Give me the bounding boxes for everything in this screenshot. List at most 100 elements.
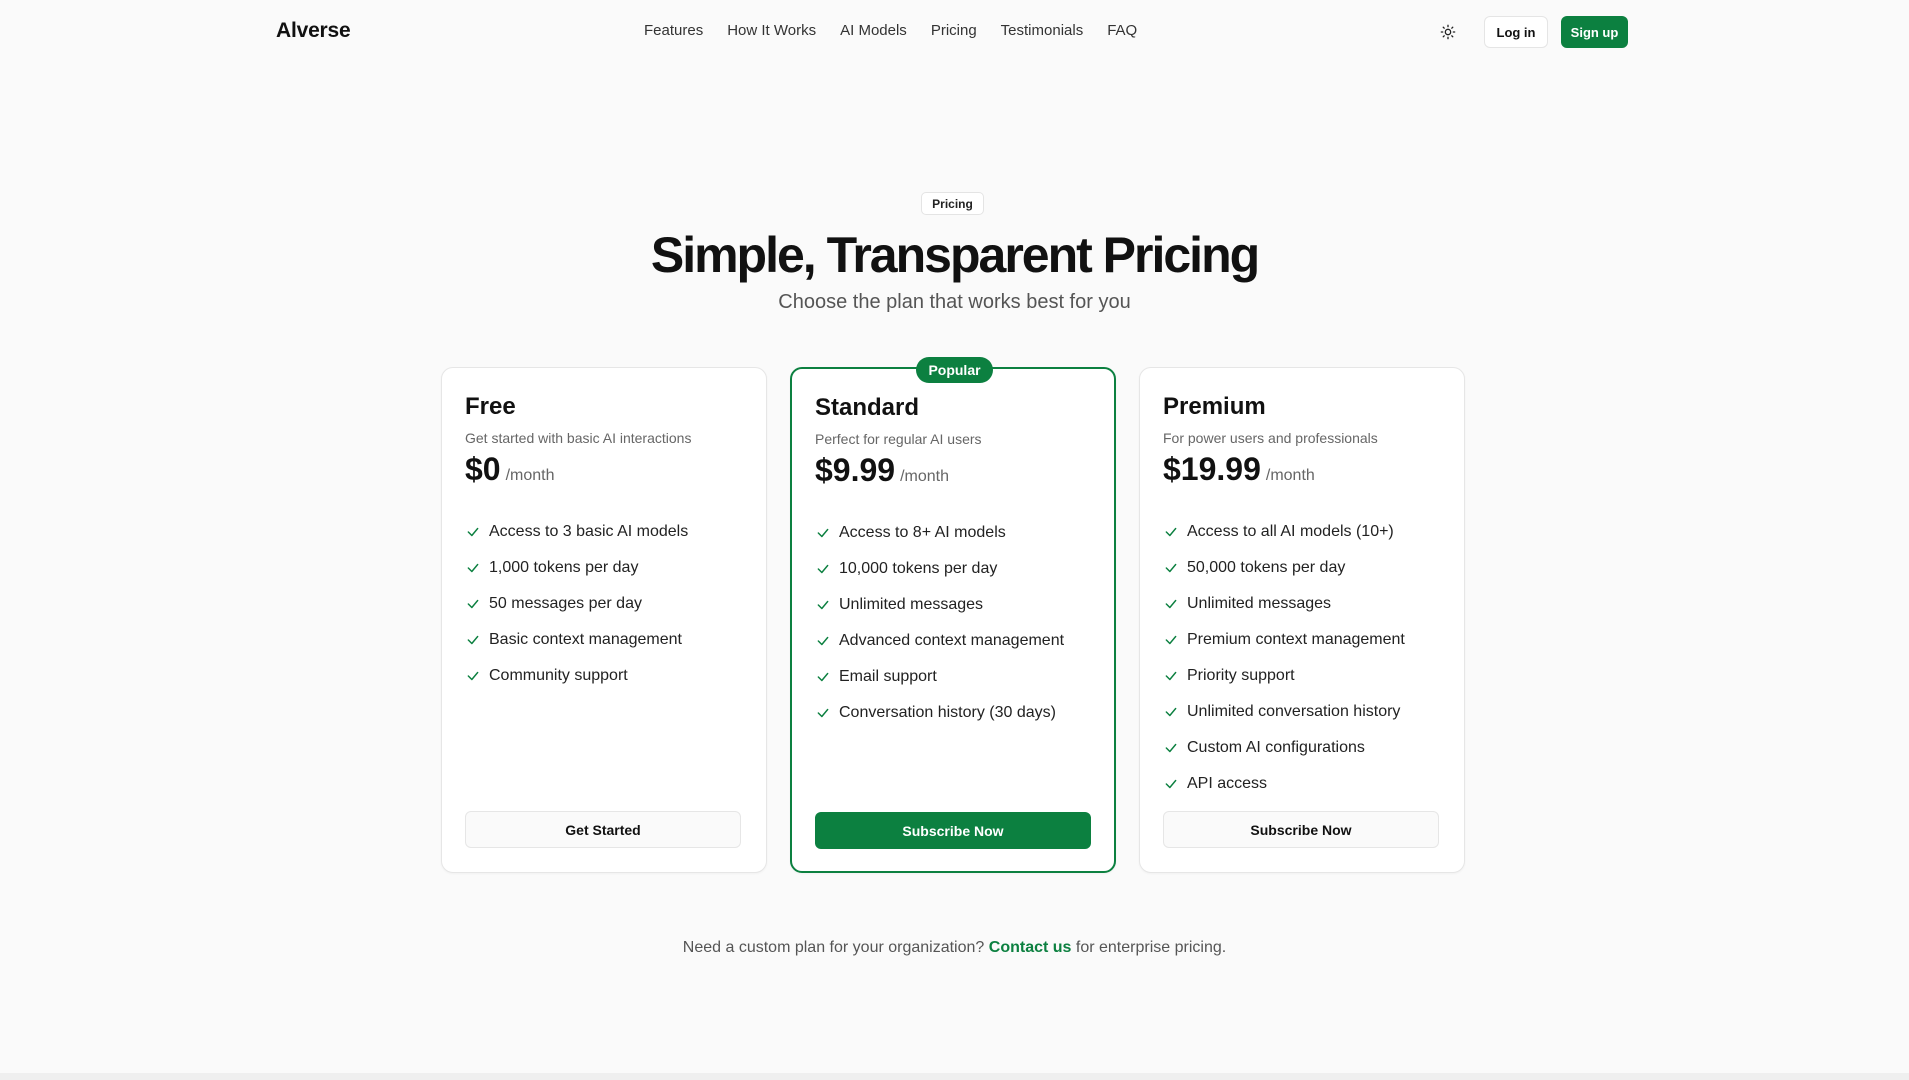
feature-text: 50,000 tokens per day: [1187, 559, 1346, 576]
check-icon: [465, 596, 481, 612]
feature-text: Priority support: [1187, 667, 1295, 684]
plan-description: Get started with basic AI interactions: [465, 430, 692, 446]
nav-link-how-it-works[interactable]: How It Works: [727, 22, 816, 39]
feature-item: API access: [1163, 766, 1405, 802]
subscribe-premium-button[interactable]: Subscribe Now: [1163, 811, 1439, 848]
contact-us-link[interactable]: Contact us: [989, 939, 1072, 956]
nav-link-features[interactable]: Features: [644, 22, 703, 39]
plan-name: Free: [465, 393, 516, 420]
price-period: /month: [505, 467, 555, 484]
feature-text: 10,000 tokens per day: [839, 560, 998, 577]
plan-price: $9.99 /month: [815, 452, 949, 489]
price-period: /month: [900, 468, 949, 485]
check-icon: [815, 705, 831, 721]
pricing-page: Alverse Features How It Works AI Models …: [0, 0, 1909, 1080]
custom-note-before: Need a custom plan for your organization…: [682, 939, 985, 956]
feature-text: Unlimited messages: [839, 596, 984, 613]
check-icon: [1163, 704, 1179, 720]
feature-item: Unlimited conversation history: [1163, 694, 1405, 730]
feature-text: Access to 8+ AI models: [839, 524, 1006, 541]
check-icon: [1163, 596, 1179, 612]
feature-text: Unlimited conversation history: [1187, 703, 1401, 720]
feature-list: Access to all AI models (10+) 50,000 tok…: [1163, 514, 1405, 802]
nav-link-pricing[interactable]: Pricing: [931, 22, 977, 39]
feature-text: 50 messages per day: [489, 595, 642, 612]
nav-link-testimonials[interactable]: Testimonials: [1001, 22, 1084, 39]
feature-item: Unlimited messages: [1163, 586, 1405, 622]
feature-list: Access to 8+ AI models 10,000 tokens per…: [815, 515, 1064, 731]
feature-text: Advanced context management: [839, 632, 1065, 649]
check-icon: [815, 525, 831, 541]
check-icon: [1163, 776, 1179, 792]
check-icon: [1163, 560, 1179, 576]
feature-item: Premium context management: [1163, 622, 1405, 658]
feature-item: Access to all AI models (10+): [1163, 514, 1405, 550]
get-started-button[interactable]: Get Started: [465, 811, 741, 848]
custom-plan-note: Need a custom plan for your organization…: [0, 939, 1909, 957]
feature-list: Access to 3 basic AI models 1,000 tokens…: [465, 514, 688, 694]
login-button[interactable]: Log in: [1484, 16, 1548, 48]
check-icon: [815, 561, 831, 577]
feature-item: Access to 8+ AI models: [815, 515, 1064, 551]
plan-name: Premium: [1163, 393, 1266, 420]
feature-text: 1,000 tokens per day: [489, 559, 639, 576]
check-icon: [1163, 632, 1179, 648]
check-icon: [465, 524, 481, 540]
page-bottom-edge: [0, 1073, 1909, 1080]
section-badge: Pricing: [921, 192, 984, 215]
feature-text: Basic context management: [489, 631, 682, 648]
check-icon: [465, 632, 481, 648]
theme-toggle-button[interactable]: [1436, 20, 1460, 44]
plan-description: Perfect for regular AI users: [815, 431, 982, 447]
sun-icon: [1440, 24, 1456, 40]
brand-logo[interactable]: Alverse: [276, 19, 351, 43]
plan-price: $0 /month: [465, 451, 555, 488]
feature-text: Access to 3 basic AI models: [489, 523, 689, 540]
plan-card-standard: Popular Standard Perfect for regular AI …: [790, 357, 1116, 873]
signup-button[interactable]: Sign up: [1561, 16, 1628, 48]
feature-item: Conversation history (30 days): [815, 695, 1064, 731]
check-icon: [1163, 668, 1179, 684]
plan-name: Standard: [815, 394, 920, 421]
feature-text: Email support: [839, 668, 937, 685]
plan-price: $19.99 /month: [1163, 451, 1315, 488]
feature-text: Access to all AI models (10+): [1187, 523, 1394, 540]
plan-card-premium: Premium For power users and professional…: [1139, 367, 1465, 873]
top-navbar: Alverse Features How It Works AI Models …: [0, 0, 1909, 64]
check-icon: [465, 668, 481, 684]
price-amount: $0: [465, 451, 501, 487]
feature-item: Unlimited messages: [815, 587, 1064, 623]
feature-text: Community support: [489, 667, 628, 684]
check-icon: [815, 633, 831, 649]
feature-item: Custom AI configurations: [1163, 730, 1405, 766]
feature-item: Basic context management: [465, 622, 688, 658]
feature-item: Advanced context management: [815, 623, 1064, 659]
check-icon: [465, 560, 481, 576]
feature-item: Priority support: [1163, 658, 1405, 694]
feature-item: 50 messages per day: [465, 586, 688, 622]
custom-note-after: for enterprise pricing.: [1075, 939, 1227, 956]
check-icon: [1163, 524, 1179, 540]
popular-badge: Popular: [916, 357, 993, 383]
feature-text: Conversation history (30 days): [839, 704, 1056, 721]
plan-description: For power users and professionals: [1163, 430, 1378, 446]
feature-text: Unlimited messages: [1187, 595, 1332, 612]
nav-link-ai-models[interactable]: AI Models: [840, 22, 907, 39]
feature-text: Premium context management: [1187, 631, 1405, 648]
page-title: Simple, Transparent Pricing: [650, 227, 1260, 283]
feature-item: Community support: [465, 658, 688, 694]
nav-link-faq[interactable]: FAQ: [1107, 22, 1137, 39]
feature-item: 10,000 tokens per day: [815, 551, 1064, 587]
check-icon: [815, 597, 831, 613]
feature-text: Custom AI configurations: [1187, 739, 1365, 756]
page-subtitle: Choose the plan that works best for you: [778, 291, 1131, 313]
feature-item: 50,000 tokens per day: [1163, 550, 1405, 586]
plan-card-free: Free Get started with basic AI interacti…: [441, 367, 767, 873]
subscribe-standard-button[interactable]: Subscribe Now: [815, 812, 1091, 849]
feature-item: Access to 3 basic AI models: [465, 514, 688, 550]
nav-links: Features How It Works AI Models Pricing …: [644, 22, 1137, 39]
price-amount: $19.99: [1163, 451, 1261, 487]
price-amount: $9.99: [815, 452, 896, 488]
price-period: /month: [1265, 467, 1315, 484]
check-icon: [1163, 740, 1179, 756]
